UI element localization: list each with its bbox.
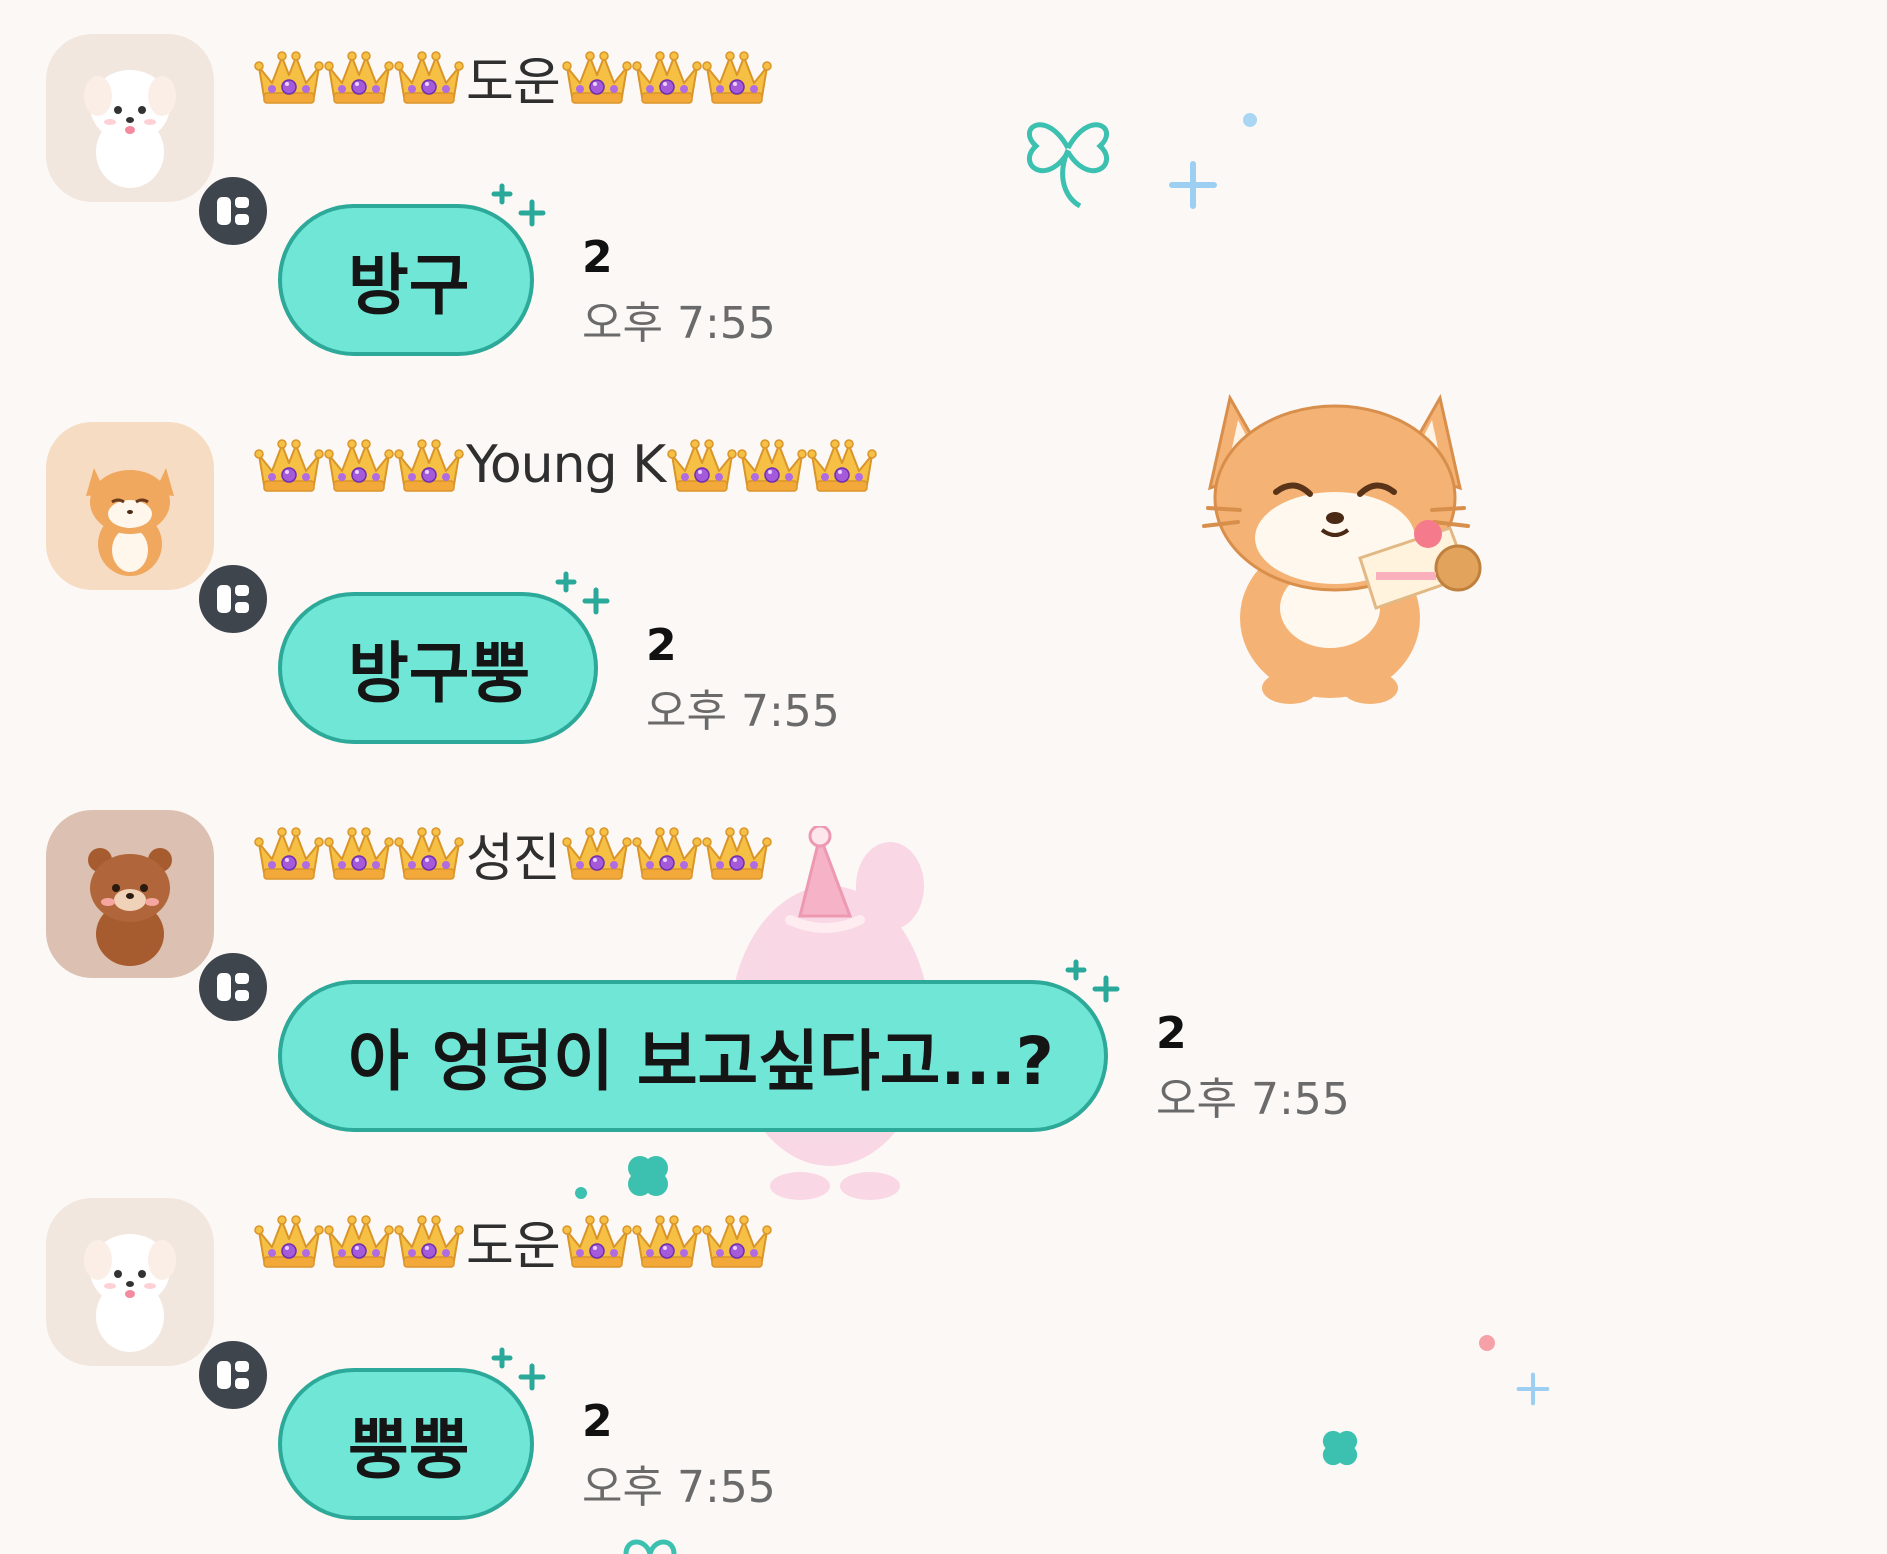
crown-icon (324, 435, 394, 495)
sender-name[interactable]: Young K (254, 430, 877, 500)
sender-nickname: 도운 (466, 52, 561, 113)
chat-message: 성진 아 엉덩이 보고싶다고...? 2 오후 7:55 (0, 776, 1887, 1164)
unread-count: 2 (646, 620, 677, 671)
crown-icons (254, 1211, 464, 1271)
message-meta: 2 오후 7:55 (582, 236, 776, 346)
message-bubble[interactable]: 아 엉덩이 보고싶다고...? (278, 980, 1108, 1132)
crown-icon (737, 435, 807, 495)
profile-badge-icon (194, 948, 272, 1026)
sender-name[interactable]: 도운 (254, 42, 772, 113)
crown-icon (394, 823, 464, 883)
profile-badge-icon (194, 560, 272, 638)
message-meta: 2 오후 7:55 (646, 624, 840, 734)
crown-icons (667, 435, 877, 495)
crown-icon (632, 47, 702, 107)
message-time: 오후 7:55 (582, 1462, 776, 1513)
unread-count: 2 (582, 1396, 613, 1447)
sender-nickname: 도운 (466, 1216, 561, 1277)
crown-icon (667, 435, 737, 495)
crown-icons (562, 1211, 772, 1271)
crown-icon (324, 823, 394, 883)
sparkle-icon (1064, 958, 1124, 1008)
crown-icon (394, 435, 464, 495)
white-puppy-avatar-icon[interactable] (46, 34, 272, 250)
message-meta: 2 오후 7:55 (1156, 1012, 1350, 1122)
chat-message: Young K 방구뿡 2 오후 7:55 (0, 388, 1887, 776)
crown-icon (632, 823, 702, 883)
white-puppy-avatar-icon[interactable] (46, 1198, 272, 1414)
crown-icon (324, 47, 394, 107)
message-time: 오후 7:55 (582, 298, 776, 349)
crown-icons (254, 435, 464, 495)
sender-name[interactable]: 성진 (254, 818, 772, 889)
sparkle-icon (490, 1346, 550, 1396)
sparkle-icon (490, 182, 550, 232)
sender-name[interactable]: 도운 (254, 1206, 772, 1277)
fox-avatar-icon[interactable] (46, 422, 272, 638)
crown-icon (807, 435, 877, 495)
profile-badge-icon (194, 1336, 272, 1414)
message-meta: 2 오후 7:55 (582, 1400, 776, 1510)
crown-icon (562, 823, 632, 883)
chat-message: 도운 뿡뿡 2 오후 7:55 (0, 1164, 1887, 1552)
crown-icon (702, 1211, 772, 1271)
crown-icon (254, 435, 324, 495)
unread-count: 2 (582, 232, 613, 283)
message-time: 오후 7:55 (1156, 1074, 1350, 1125)
crown-icon (394, 47, 464, 107)
sparkle-icon (554, 570, 614, 620)
crown-icons (562, 47, 772, 107)
profile-badge-icon (194, 172, 272, 250)
crown-icon (254, 823, 324, 883)
sender-nickname: Young K (466, 435, 666, 495)
crown-icon (632, 1211, 702, 1271)
crown-icon (562, 47, 632, 107)
chat-message-list[interactable]: 도운 방구 2 오후 7:55 Young K 방구뿡 2 오후 7:55 성진… (0, 0, 1887, 1554)
crown-icon (394, 1211, 464, 1271)
crown-icons (562, 823, 772, 883)
crown-icon (702, 47, 772, 107)
crown-icons (254, 47, 464, 107)
chat-message: 도운 방구 2 오후 7:55 (0, 0, 1887, 388)
crown-icon (702, 823, 772, 883)
crown-icon (324, 1211, 394, 1271)
brown-bear-avatar-icon[interactable] (46, 810, 272, 1026)
crown-icon (562, 1211, 632, 1271)
message-bubble[interactable]: 방구뿡 (278, 592, 598, 744)
unread-count: 2 (1156, 1008, 1187, 1059)
message-time: 오후 7:55 (646, 686, 840, 737)
crown-icon (254, 47, 324, 107)
crown-icons (254, 823, 464, 883)
crown-icon (254, 1211, 324, 1271)
sender-nickname: 성진 (466, 828, 561, 889)
